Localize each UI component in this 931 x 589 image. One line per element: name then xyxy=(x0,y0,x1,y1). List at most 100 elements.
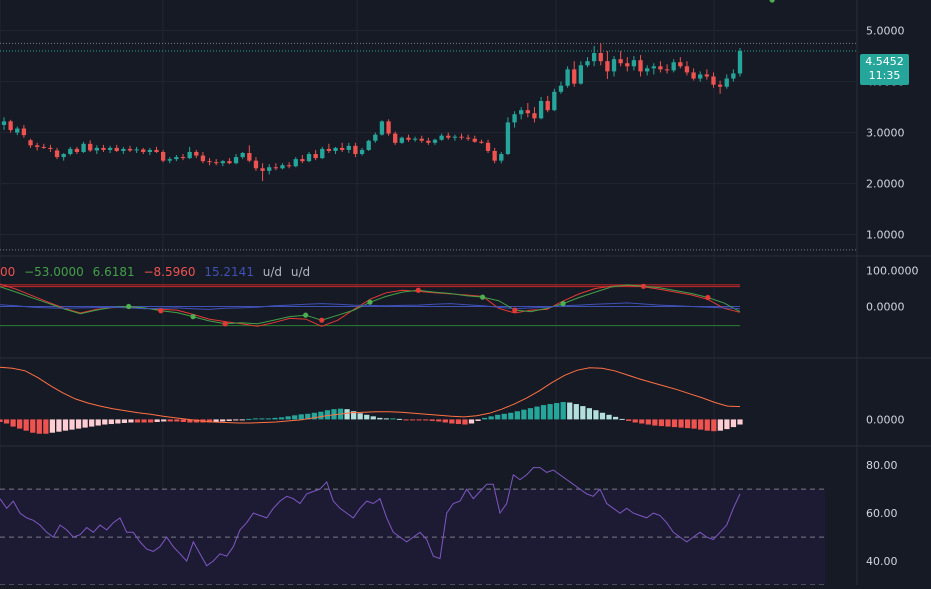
candle-body xyxy=(664,69,670,71)
candle-body xyxy=(141,149,146,152)
macd-histogram-bar xyxy=(527,408,534,420)
candle-body xyxy=(333,147,338,151)
candle-body xyxy=(399,137,404,143)
macd-histogram-bar xyxy=(396,418,403,420)
stochastic-cross-marker xyxy=(560,301,566,307)
macd-histogram-bar xyxy=(416,419,422,421)
candle-body xyxy=(147,149,153,152)
trading-chart[interactable]: 5.00004.00003.00002.00001.0000100.00000.… xyxy=(0,0,931,586)
legend-value-6: u/d xyxy=(262,265,283,279)
candle-body xyxy=(293,159,298,167)
macd-histogram-bar xyxy=(698,419,704,430)
candle-body xyxy=(499,154,504,161)
stochastic-cross-marker xyxy=(367,299,373,305)
candle-body xyxy=(618,59,623,64)
candle-body xyxy=(326,148,332,151)
macd-histogram-bar xyxy=(639,419,645,424)
candle-body xyxy=(167,159,172,161)
candle-body xyxy=(605,61,610,72)
macd-histogram-bar xyxy=(0,419,3,422)
macd-histogram-bar xyxy=(468,419,475,424)
macd-histogram-bar xyxy=(357,413,363,420)
candle-body xyxy=(187,151,192,159)
macd-histogram-bar xyxy=(89,419,95,427)
candle-body xyxy=(280,165,285,169)
macd-histogram-bar xyxy=(658,419,665,427)
macd-histogram-bar xyxy=(265,418,272,420)
candle-body xyxy=(260,168,265,171)
candle-body xyxy=(492,150,497,161)
candle-body xyxy=(88,143,93,151)
candle-body xyxy=(519,110,524,115)
macd-histogram-bar xyxy=(508,412,514,420)
candle-body xyxy=(233,157,239,164)
candle-body xyxy=(631,60,637,67)
macd-histogram-bar xyxy=(455,419,462,425)
candle-body xyxy=(406,137,411,140)
macd-histogram-bar xyxy=(403,419,409,421)
macd-histogram-bar xyxy=(606,414,612,420)
candle-body xyxy=(717,84,723,87)
macd-histogram-bar xyxy=(220,419,226,422)
candle-body xyxy=(359,149,365,155)
candle-body xyxy=(134,149,139,151)
stochastic-cross-marker xyxy=(126,303,132,310)
macd-histogram-bar xyxy=(717,419,723,431)
stochastic-cross-marker xyxy=(512,307,518,313)
candle-body xyxy=(54,150,60,158)
candle-body xyxy=(180,157,186,159)
rsi-tick-label: 80.00 xyxy=(866,459,898,472)
macd-histogram-bar xyxy=(521,409,527,420)
macd-histogram-bar xyxy=(180,419,186,422)
macd-histogram-bar xyxy=(128,419,134,423)
candle-body xyxy=(439,135,444,140)
candle-body xyxy=(214,162,219,164)
macd-histogram-bar xyxy=(599,412,606,420)
macd-histogram-bar xyxy=(233,419,239,421)
macd-histogram-bar xyxy=(449,419,455,424)
candle-body xyxy=(572,69,577,84)
macd-histogram-bar xyxy=(730,419,737,428)
candle-body xyxy=(300,159,305,162)
macd-histogram-bar xyxy=(560,402,566,420)
candle-body xyxy=(68,148,73,155)
candle-body xyxy=(611,59,617,72)
candle-body xyxy=(194,151,199,156)
macd-histogram-bar xyxy=(62,419,69,431)
candle-body xyxy=(340,147,345,150)
price-tick-label: 3.0000 xyxy=(866,127,905,140)
macd-histogram-bar xyxy=(278,417,285,420)
macd-histogram-bar xyxy=(547,404,553,420)
candle-body xyxy=(505,122,511,155)
candle-body xyxy=(174,157,179,160)
macd-histogram-bar xyxy=(580,406,586,420)
macd-histogram-bar xyxy=(115,419,121,424)
candle-body xyxy=(101,147,106,150)
candle-body xyxy=(578,65,584,84)
macd-histogram-bar xyxy=(671,419,678,428)
candle-body xyxy=(538,100,544,119)
stochastic-tick-label: 0.0000 xyxy=(866,301,905,314)
candle-body xyxy=(698,74,703,79)
macd-histogram-bar xyxy=(409,419,416,421)
candle-body xyxy=(121,148,126,151)
macd-tick-label: 0.0000 xyxy=(866,413,905,426)
macd-histogram-bar xyxy=(30,419,36,433)
macd-histogram-bar xyxy=(174,419,180,422)
indicator-legend: 00 −53.0000 6.6181 −8.5960 15.2141 u/d u… xyxy=(0,265,315,279)
candle-body xyxy=(253,160,259,169)
macd-histogram-bar xyxy=(324,410,331,420)
rsi-tick-label: 60.00 xyxy=(866,507,898,520)
macd-histogram-bar xyxy=(514,411,520,420)
candle-body xyxy=(598,53,603,62)
chart-svg[interactable]: 5.00004.00003.00002.00001.0000100.00000.… xyxy=(0,0,931,586)
candle-body xyxy=(591,53,597,62)
price-tick-label: 1.0000 xyxy=(866,229,905,242)
macd-histogram-bar xyxy=(684,419,691,429)
candle-body xyxy=(41,146,46,148)
macd-histogram-bar xyxy=(10,419,16,427)
macd-histogram-bar xyxy=(246,418,252,420)
candle-body xyxy=(240,153,245,158)
macd-histogram-bar xyxy=(534,406,540,420)
candle-body xyxy=(227,161,232,164)
